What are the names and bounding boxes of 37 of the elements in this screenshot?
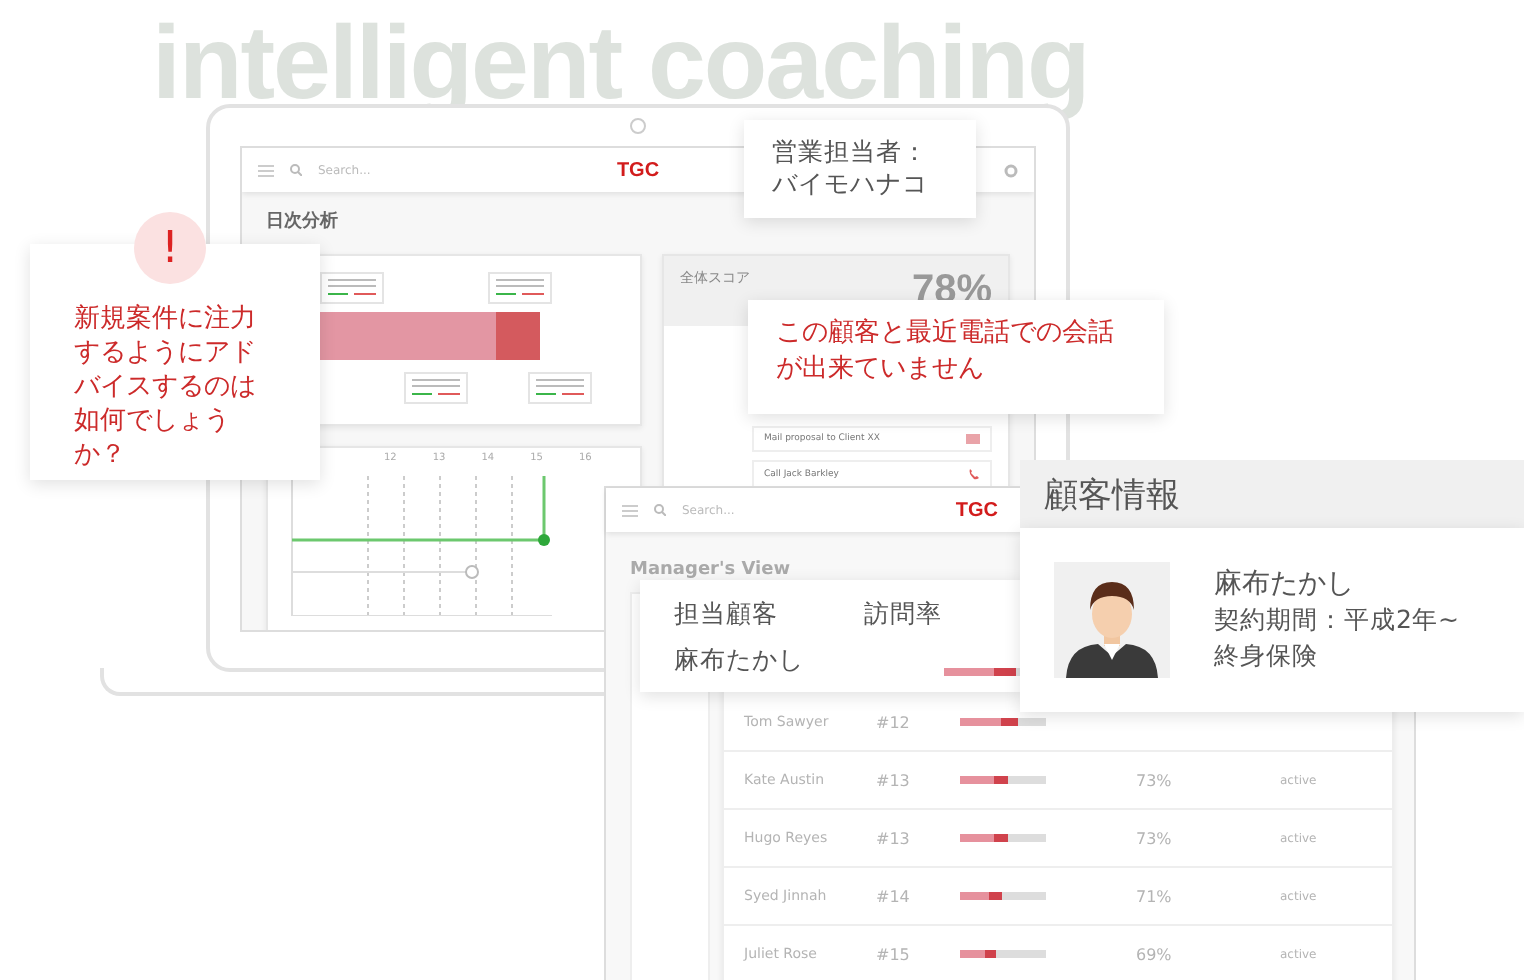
view-title: Manager's View	[630, 560, 791, 580]
customer-name: 麻布たかし	[674, 644, 806, 678]
menu-icon[interactable]	[258, 163, 274, 177]
person-avatar	[1054, 562, 1170, 678]
rep-name: バイモハナコ	[772, 168, 930, 201]
alert-message: 新規案件に注力するようにアドバイスするのは如何でしょうか？	[74, 304, 258, 473]
column-header: 担当顧客	[674, 598, 780, 632]
logo: TGC	[955, 499, 998, 521]
customer-info-title: 顧客情報	[1020, 460, 1524, 528]
page-title: 日次分析	[266, 209, 340, 234]
table-cell-text: #13	[876, 771, 912, 789]
notice-message: この顧客と最近電話での会話が出来ていません	[776, 316, 1116, 387]
column-header: 訪問率	[864, 598, 944, 632]
legend-card-drawing	[488, 272, 552, 304]
alert-icon: !	[134, 212, 206, 284]
table-cell-text: 73%	[1136, 829, 1174, 847]
table-cell-text: #15	[876, 945, 912, 963]
legend-card-drawing	[528, 372, 592, 404]
menu-icon[interactable]	[622, 503, 638, 517]
settings-icon[interactable]	[1004, 163, 1018, 177]
table-cell-text: 73%	[1136, 771, 1174, 789]
search-icon	[654, 504, 666, 516]
phone-icon	[968, 468, 980, 480]
table-cell-text: #13	[876, 829, 912, 847]
search-icon	[290, 164, 302, 176]
rep-label: 営業担当者：	[772, 136, 930, 169]
table-cell-text: #14	[876, 887, 912, 905]
insurance-type: 終身保険	[1214, 640, 1320, 674]
customer-name: 麻布たかし	[1214, 566, 1356, 602]
contract-period: 契約期間：平成2年~	[1214, 604, 1459, 638]
table-cell-text: 69%	[1136, 945, 1174, 963]
mail-icon	[966, 434, 980, 444]
table-cell-text: 71%	[1136, 887, 1174, 905]
logo: TGC	[616, 159, 660, 181]
camera-icon	[630, 118, 646, 134]
table-cell-text: #12	[876, 713, 912, 731]
legend-card-drawing	[404, 372, 468, 404]
